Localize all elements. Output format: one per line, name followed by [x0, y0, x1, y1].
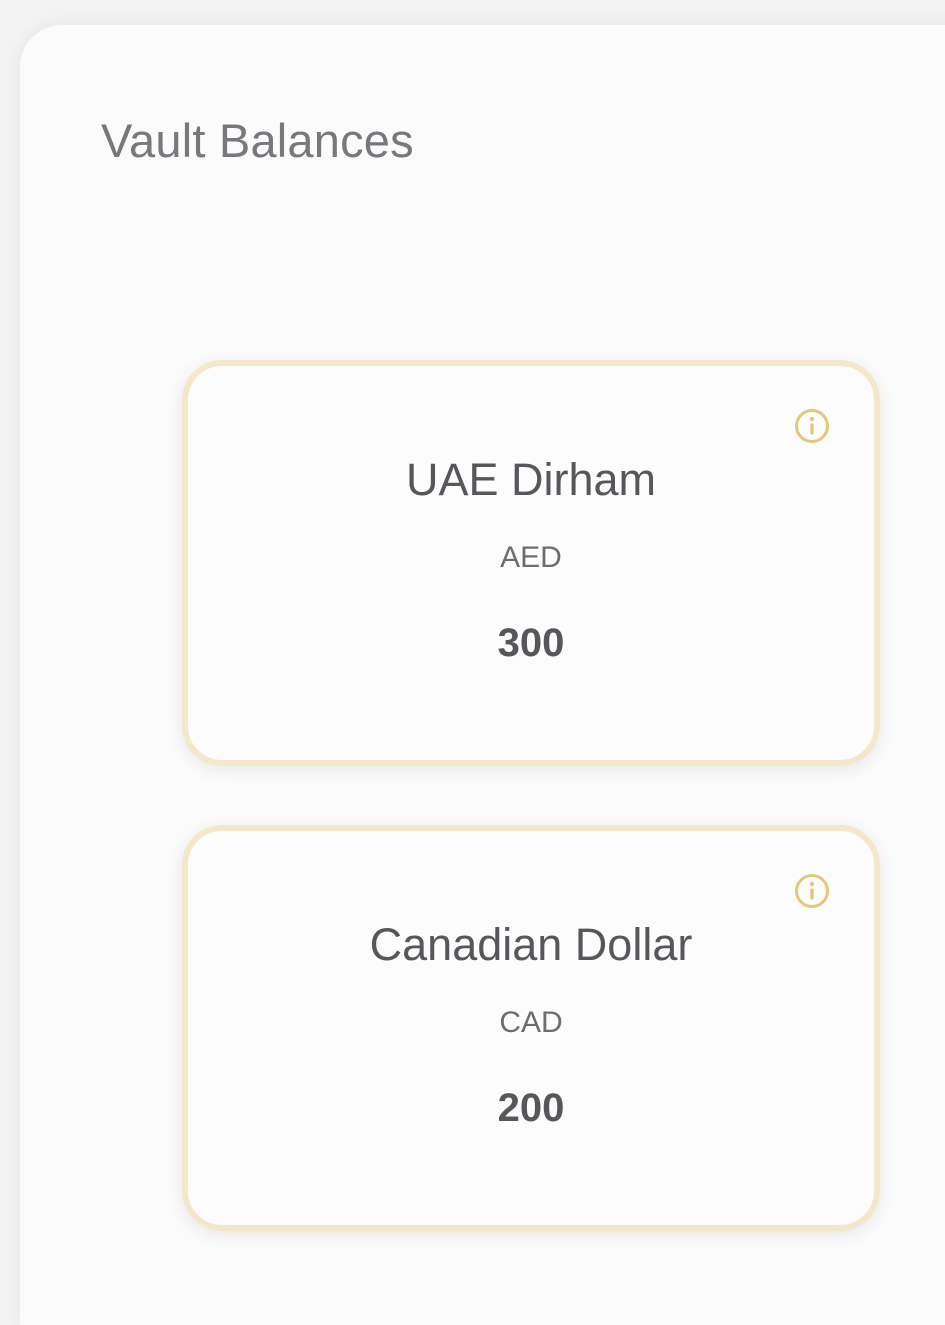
- currency-code: CAD: [499, 1006, 563, 1039]
- info-icon[interactable]: [794, 873, 830, 909]
- currency-name: Canadian Dollar: [369, 919, 693, 970]
- balance-card-cad: Canadian Dollar CAD 200: [182, 825, 880, 1231]
- page-title: Vault Balances: [101, 114, 414, 167]
- currency-code: AED: [500, 541, 562, 574]
- vault-balances-panel: Vault Balances UAE Dirham AED 300 Canadi…: [20, 25, 945, 1325]
- balance-card-aed: UAE Dirham AED 300: [182, 360, 880, 766]
- currency-amount: 300: [497, 621, 565, 665]
- currency-amount: 200: [497, 1086, 565, 1130]
- currency-name: UAE Dirham: [405, 454, 657, 505]
- info-icon[interactable]: [794, 408, 830, 444]
